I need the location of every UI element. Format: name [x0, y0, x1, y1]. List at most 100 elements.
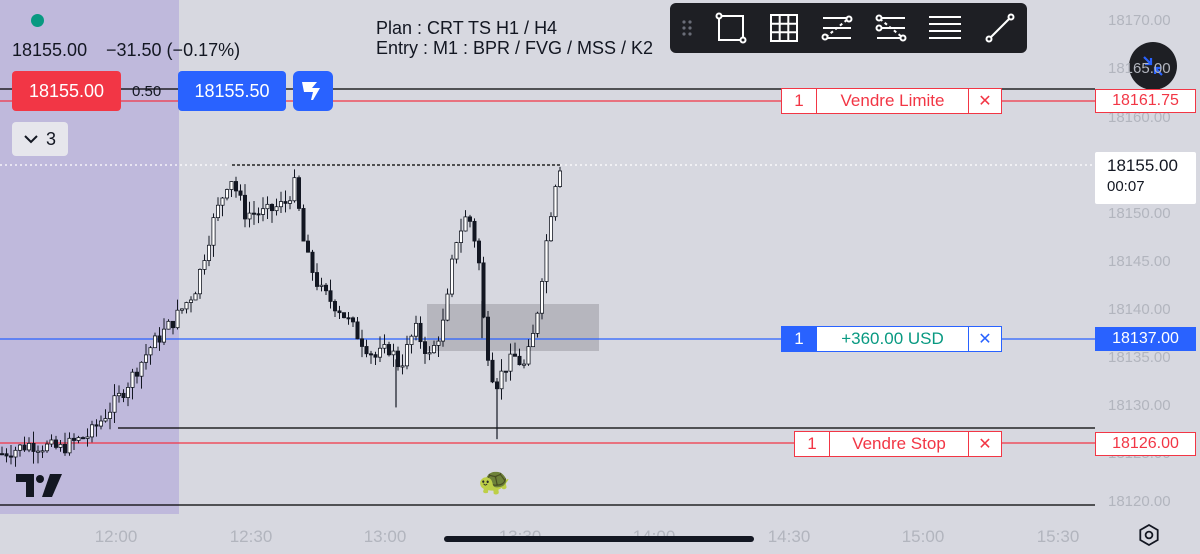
candle-body	[179, 308, 184, 311]
candle-body	[211, 217, 216, 246]
chevron-down-icon	[24, 135, 38, 144]
buy-price: 18155.50	[194, 80, 270, 101]
candle-body	[170, 320, 175, 329]
candle-body	[63, 443, 68, 454]
candle-body	[476, 240, 481, 264]
settings-icon[interactable]	[1137, 523, 1161, 547]
ticker-change: −31.50 (−0.17%)	[106, 40, 241, 60]
candle-body	[247, 212, 252, 220]
candle-body	[503, 370, 508, 373]
candle-body	[445, 293, 450, 321]
last-price: 18155.00	[1107, 156, 1178, 175]
x-tick: 13:00	[363, 527, 407, 546]
candle-body	[157, 335, 162, 343]
position-order[interactable]: 1 +360.00 USD ✕	[781, 326, 1002, 352]
candle-body	[94, 424, 99, 427]
candle-body	[346, 317, 351, 320]
trendline-icon[interactable]	[980, 8, 1020, 48]
candle-body	[314, 272, 319, 287]
pitchfork-icon[interactable]	[871, 8, 911, 48]
candle-body	[139, 361, 144, 377]
candle-body	[36, 450, 41, 453]
candle-body	[242, 194, 247, 220]
candle-body	[283, 201, 288, 204]
tradingview-watermark-icon	[14, 472, 64, 505]
fvg-box[interactable]	[427, 304, 599, 351]
candle-body	[377, 347, 382, 358]
candle-body	[540, 281, 545, 314]
candle-body	[161, 328, 166, 343]
candle-body	[323, 284, 328, 292]
home-indicator	[444, 536, 754, 542]
close-icon[interactable]: ✕	[968, 89, 1001, 113]
candle-body	[233, 181, 238, 192]
candle-body	[112, 395, 117, 413]
order-qty[interactable]: 1	[795, 432, 830, 456]
tradingview-logo-icon	[302, 82, 320, 100]
candle-body	[427, 352, 432, 355]
close-icon[interactable]: ✕	[968, 432, 1001, 456]
candle-body	[395, 350, 400, 368]
candle-body	[103, 418, 108, 422]
candle-body	[166, 320, 171, 330]
position-price-label: 18137.00	[1095, 327, 1196, 351]
indicators-toggle[interactable]: 3	[12, 122, 68, 156]
candle-body	[108, 411, 113, 419]
candle-body	[440, 319, 445, 342]
candle-body	[467, 216, 472, 222]
order-label[interactable]: Vendre Stop	[830, 432, 968, 456]
candle-body	[418, 322, 423, 343]
plan-line-2: Entry : M1 : BPR / FVG / MSS / K2	[376, 38, 654, 58]
horizontal-lines-icon[interactable]	[925, 8, 965, 48]
candle-body	[310, 251, 315, 273]
order-label[interactable]: Vendre Limite	[817, 89, 968, 113]
order-qty[interactable]: 1	[782, 89, 817, 113]
candle-body	[413, 322, 418, 337]
y-tick: 18130.00	[1108, 397, 1171, 414]
position-pnl[interactable]: +360.00 USD	[817, 327, 968, 351]
x-tick: 15:00	[901, 527, 945, 546]
candle-body	[332, 301, 337, 312]
buy-button[interactable]: 18155.50	[178, 71, 286, 111]
candle-body	[184, 302, 189, 310]
fib-retracement-icon[interactable]	[817, 8, 857, 48]
candle-body	[431, 345, 436, 354]
plan-line-1: Plan : CRT TS H1 / H4	[376, 18, 558, 38]
sell-price: 18155.00	[28, 80, 105, 101]
candle-body	[117, 392, 122, 397]
indicators-count: 3	[45, 128, 56, 149]
candle-body	[26, 442, 31, 451]
sell-stop-order[interactable]: 1 Vendre Stop ✕	[794, 431, 1002, 457]
candle-body	[305, 240, 310, 253]
candle-body	[508, 353, 513, 372]
candle-body	[40, 450, 45, 453]
candle-body	[350, 317, 355, 323]
x-tick: 15:30	[1036, 527, 1080, 546]
tradingview-logo-button[interactable]	[293, 71, 333, 111]
grid-icon[interactable]	[764, 8, 804, 48]
close-icon[interactable]: ✕	[968, 327, 1001, 351]
drag-handle-icon[interactable]	[672, 8, 702, 48]
candle-body	[143, 354, 148, 363]
x-tick: 14:30	[767, 527, 811, 546]
candle-body	[126, 387, 131, 398]
candle-body	[58, 443, 63, 448]
candle-body	[31, 442, 36, 452]
candle-body	[260, 208, 265, 215]
candle-body	[499, 370, 504, 390]
position-qty[interactable]: 1	[782, 327, 817, 351]
candle-body	[359, 338, 364, 347]
sell-limit-order[interactable]: 1 Vendre Limite ✕	[781, 88, 1002, 114]
candle-body	[382, 344, 387, 349]
candle-body	[553, 186, 558, 218]
candle-body	[134, 371, 139, 377]
x-tick: 12:30	[229, 527, 273, 546]
candle-body	[490, 359, 495, 383]
ticker-price: 18155.00	[12, 40, 88, 60]
candle-body	[251, 212, 256, 215]
spread-value: 0.50	[132, 83, 162, 100]
candle-body	[215, 204, 220, 219]
sell-button[interactable]: 18155.00	[12, 71, 121, 111]
rectangle-icon[interactable]	[711, 8, 751, 48]
candle-body	[463, 216, 468, 232]
